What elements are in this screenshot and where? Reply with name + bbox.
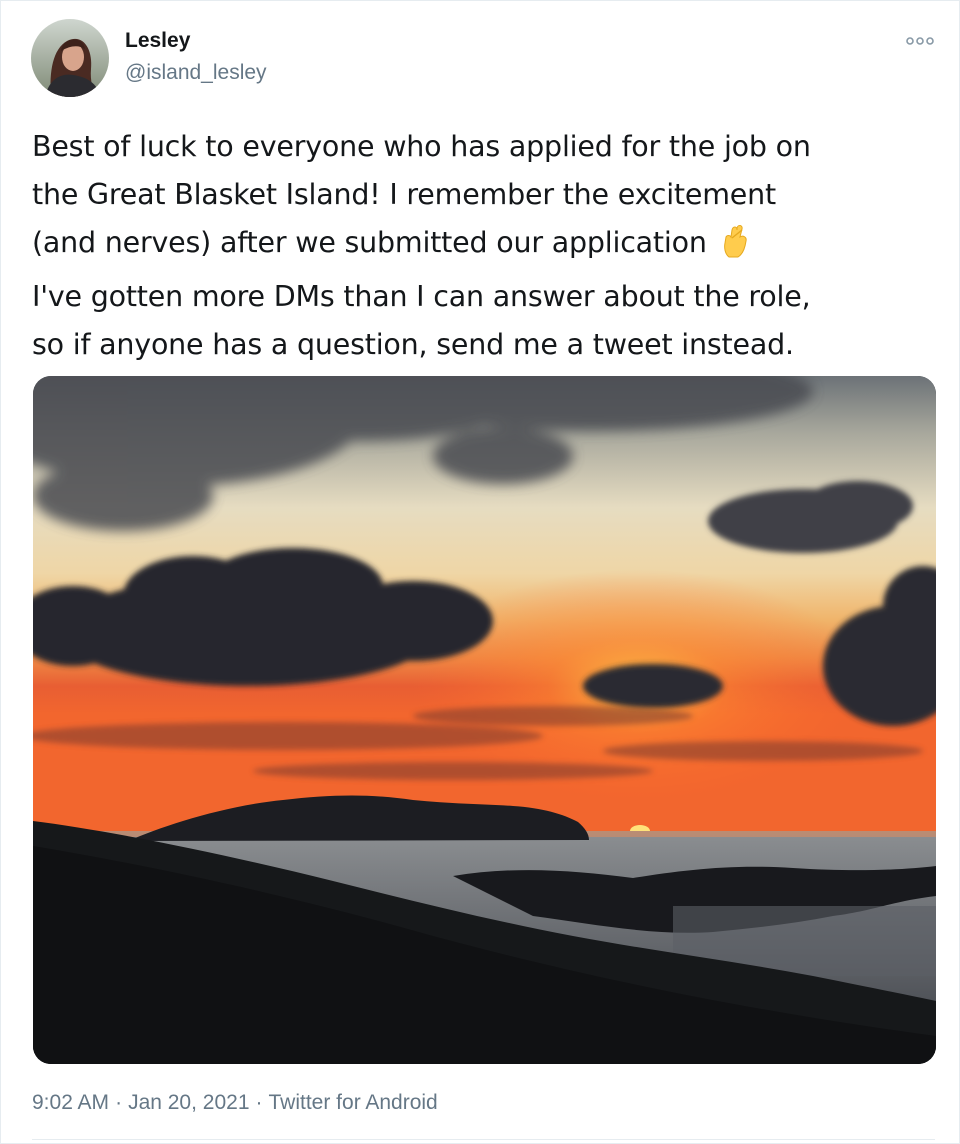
crossed-fingers-icon [721, 224, 751, 273]
meta-separator: · [115, 1091, 123, 1114]
meta-separator: · [255, 1091, 263, 1114]
tweet-text-line: (and nerves) after we submitted our appl… [32, 219, 942, 273]
author-handle[interactable]: @island_lesley [125, 61, 267, 85]
tweet-card: Lesley @island_lesley Best of luck to ev… [0, 0, 960, 1144]
tweet-text: Best of luck to everyone who has applied… [32, 123, 942, 369]
tweet-time[interactable]: 9:02 AM [32, 1091, 109, 1114]
tweet-meta: 9:02 AM · Jan 20, 2021 · Twitter for Android [32, 1091, 438, 1115]
tweet-source-link[interactable]: Twitter for Android [269, 1091, 438, 1114]
more-options-button[interactable] [905, 29, 935, 53]
tweet-text-line: Best of luck to everyone who has applied… [32, 130, 811, 163]
more-options-icon [906, 37, 934, 45]
sunset-over-island-photo [33, 376, 936, 1064]
avatar-photo-icon [31, 19, 109, 97]
author-name[interactable]: Lesley [125, 29, 190, 53]
author-avatar[interactable] [31, 19, 109, 97]
tweet-text-line-content: (and nerves) after we submitted our appl… [32, 226, 707, 259]
tweet-text-line: so if anyone has a question, send me a t… [32, 328, 794, 361]
divider [32, 1139, 935, 1140]
tweet-text-line: the Great Blasket Island! I remember the… [32, 178, 776, 211]
tweet-text-line: I've gotten more DMs than I can answer a… [32, 280, 811, 313]
tweet-media-photo[interactable] [33, 376, 936, 1064]
tweet-date[interactable]: Jan 20, 2021 [128, 1091, 249, 1114]
